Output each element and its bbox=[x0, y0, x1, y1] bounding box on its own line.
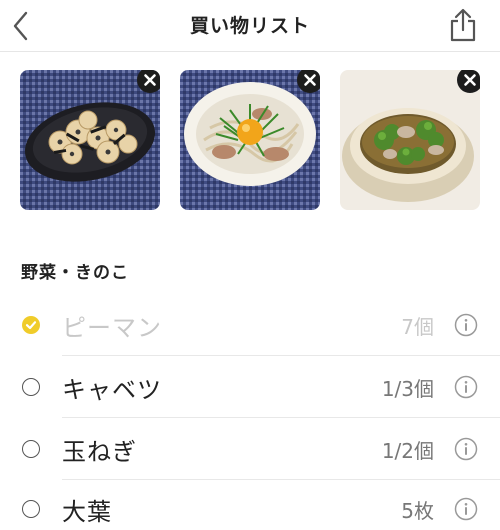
checkmark-icon bbox=[25, 321, 37, 330]
item-checkbox[interactable] bbox=[22, 316, 40, 334]
close-icon bbox=[464, 74, 476, 86]
info-icon[interactable] bbox=[454, 437, 478, 461]
item-checkbox[interactable] bbox=[22, 378, 40, 396]
page-title: 買い物リスト bbox=[189, 15, 310, 37]
item-checkbox[interactable] bbox=[22, 500, 40, 518]
remove-recipe-button[interactable] bbox=[297, 70, 320, 93]
recipe-card-3[interactable] bbox=[340, 70, 480, 210]
item-quantity: 1/3個 bbox=[381, 377, 434, 401]
item-quantity: 1/2個 bbox=[381, 439, 434, 463]
recipe-card-2[interactable] bbox=[180, 70, 320, 210]
list-item[interactable]: ピーマン 7個 bbox=[0, 294, 500, 356]
remove-recipe-button[interactable] bbox=[137, 70, 160, 93]
top-bar: 買い物リスト bbox=[0, 0, 500, 52]
item-name: 玉ねぎ bbox=[62, 438, 137, 466]
section-title-vegetables: 野菜・きのこ bbox=[21, 263, 129, 283]
item-name: キャベツ bbox=[62, 376, 162, 404]
info-icon[interactable] bbox=[454, 313, 478, 337]
info-icon[interactable] bbox=[454, 375, 478, 399]
item-checkbox[interactable] bbox=[22, 440, 40, 458]
share-button[interactable] bbox=[446, 6, 480, 44]
list-item[interactable]: キャベツ 1/3個 bbox=[0, 356, 500, 418]
item-name: 大葉 bbox=[62, 498, 112, 526]
close-icon bbox=[304, 74, 316, 86]
close-icon bbox=[144, 74, 156, 86]
recipe-thumbnails bbox=[20, 70, 490, 210]
list-item[interactable]: 玉ねぎ 1/2個 bbox=[0, 418, 500, 480]
info-icon[interactable] bbox=[454, 497, 478, 521]
list-item[interactable]: 大葉 5枚 bbox=[0, 478, 500, 530]
item-quantity: 5枚 bbox=[401, 499, 434, 523]
item-quantity: 7個 bbox=[401, 315, 434, 339]
remove-recipe-button[interactable] bbox=[457, 70, 480, 93]
recipe-card-1[interactable] bbox=[20, 70, 160, 210]
share-icon bbox=[450, 8, 476, 42]
item-name: ピーマン bbox=[62, 314, 162, 342]
